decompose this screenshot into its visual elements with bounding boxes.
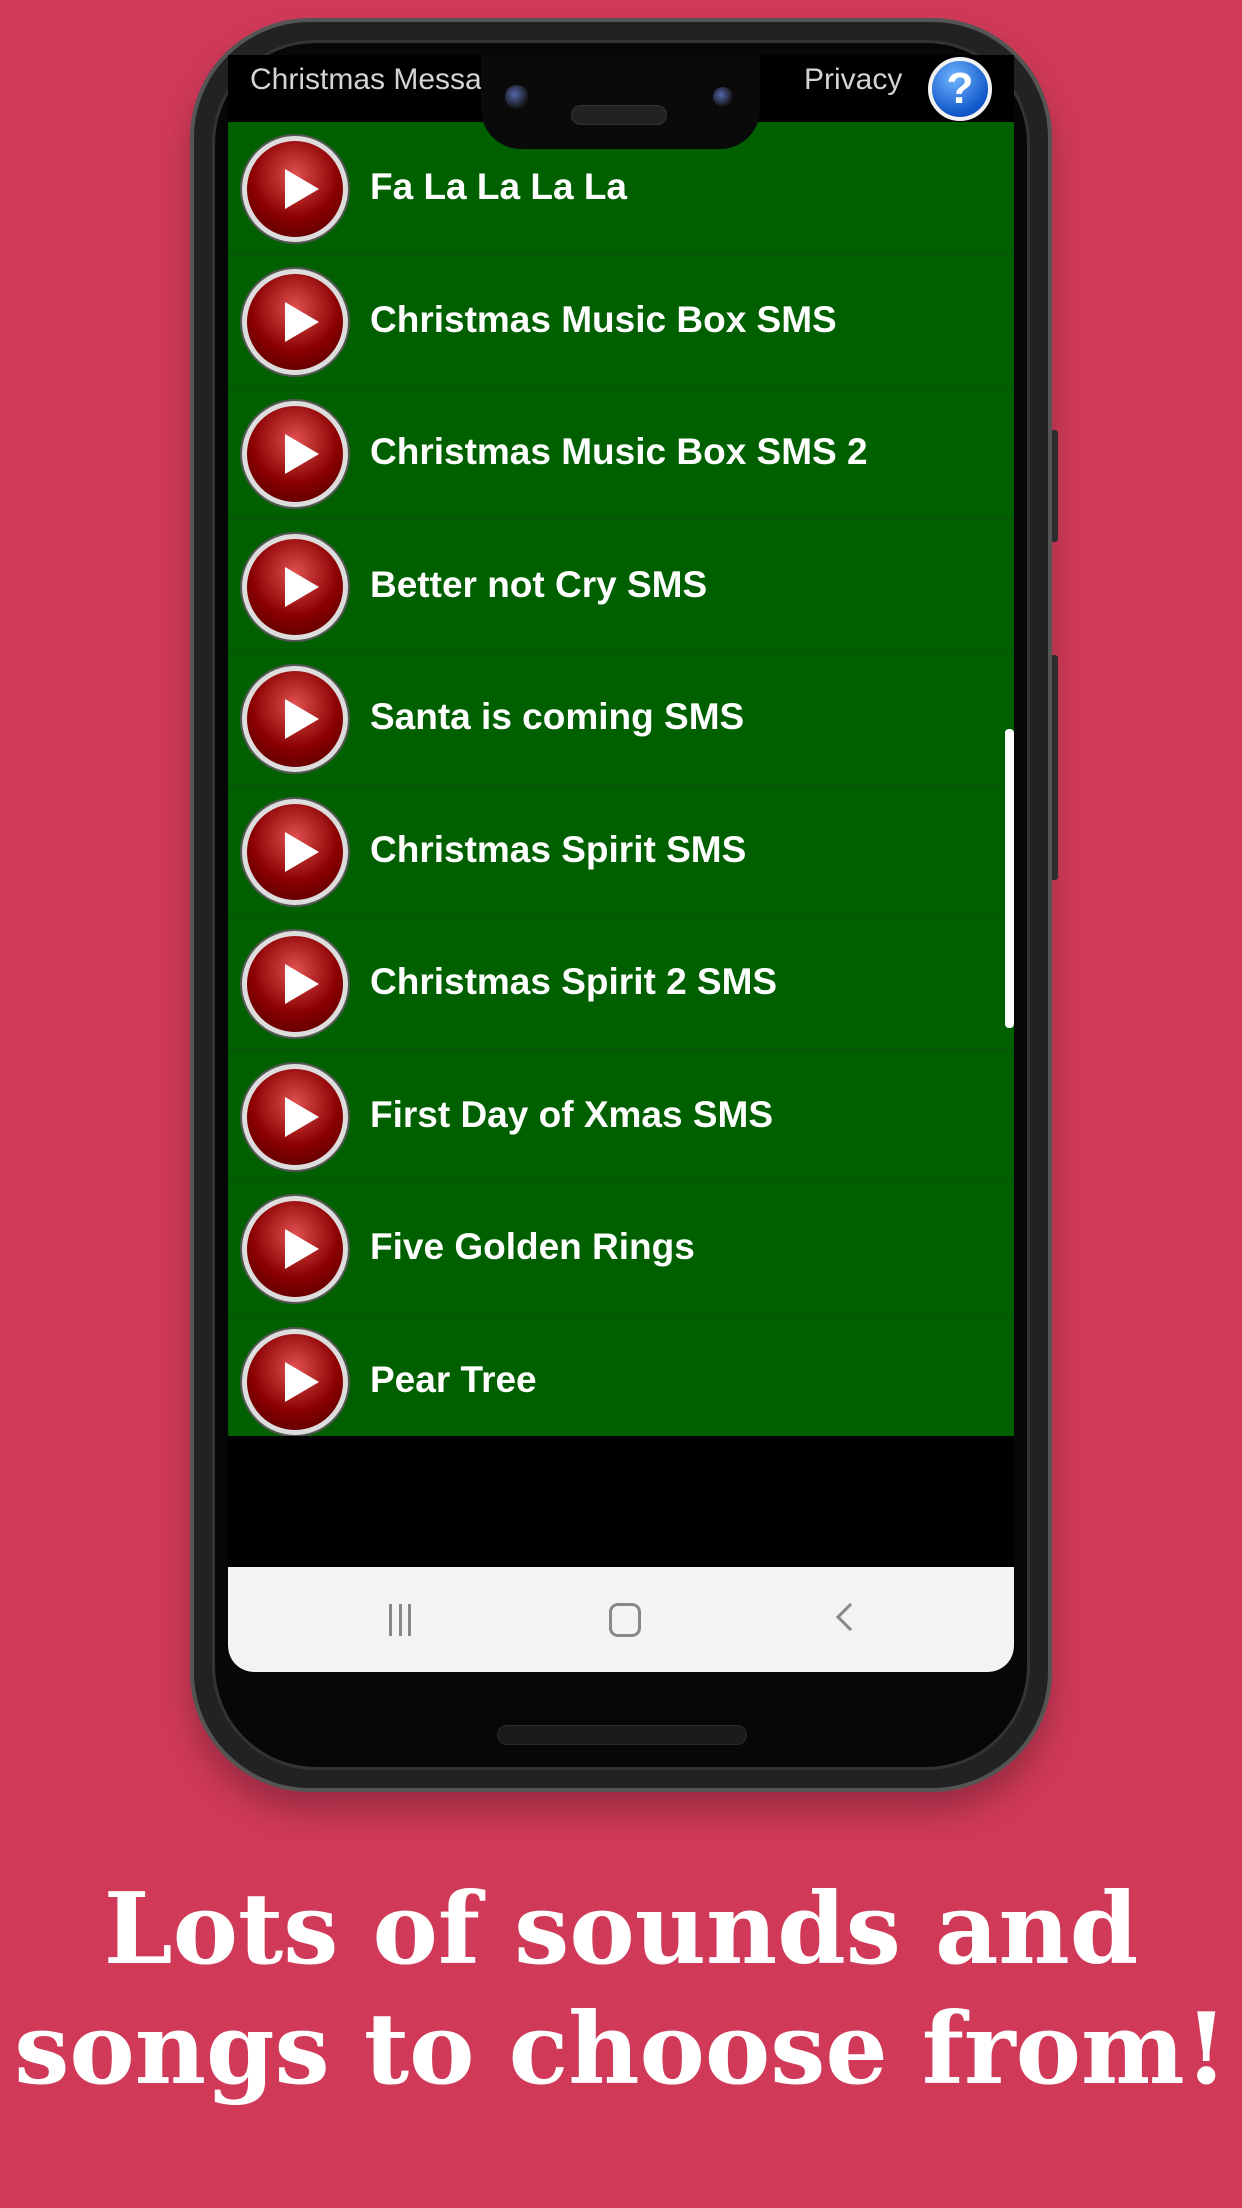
list-item[interactable]: Christmas Spirit SMS <box>228 785 1014 917</box>
recent-apps-icon[interactable] <box>389 1604 411 1636</box>
back-icon[interactable] <box>835 1602 865 1632</box>
list-item[interactable]: Christmas Spirit 2 SMS <box>228 917 1014 1050</box>
play-icon[interactable] <box>242 1196 348 1302</box>
list-item[interactable]: First Day of Xmas SMS <box>228 1050 1014 1182</box>
earpiece-speaker <box>571 105 667 125</box>
play-icon[interactable] <box>242 931 348 1037</box>
camera-notch <box>481 55 760 149</box>
list-item-label: First Day of Xmas SMS <box>370 1093 774 1135</box>
list-item[interactable]: Better not Cry SMS <box>228 520 1014 652</box>
list-item-label: Pear Tree <box>370 1358 537 1400</box>
navigation-bar <box>228 1567 1014 1672</box>
list-item[interactable]: Christmas Music Box SMS <box>228 255 1014 387</box>
headline-line-1: Lots of sounds and <box>103 1872 1139 1987</box>
play-icon[interactable] <box>242 268 348 375</box>
list-item-label: Santa is coming SMS <box>370 696 745 737</box>
app-title: Christmas Messa <box>250 63 482 96</box>
headline-line-2: songs to choose from! <box>14 1992 1228 2107</box>
list-item[interactable]: Five Golden Rings <box>228 1182 1014 1315</box>
bottom-speaker <box>497 1725 747 1745</box>
camera-icon <box>505 85 529 109</box>
list-item-label: Christmas Music Box SMS <box>370 298 837 340</box>
list-item-label: Better not Cry SMS <box>370 563 708 605</box>
home-icon[interactable] <box>609 1603 641 1637</box>
list-item[interactable]: Christmas Music Box SMS 2 <box>228 387 1014 520</box>
play-icon[interactable] <box>242 1328 348 1435</box>
list-item-label: Christmas Music Box SMS 2 <box>370 431 868 472</box>
play-icon[interactable] <box>242 798 348 905</box>
list-item-label: Christmas Spirit 2 SMS <box>370 961 778 1002</box>
sound-list: Fa La La La La Christmas Music Box SMS Chr… <box>228 122 1014 1436</box>
play-icon[interactable] <box>242 1063 348 1170</box>
list-item[interactable]: Santa is coming SMS <box>228 652 1014 785</box>
play-icon[interactable] <box>242 401 348 507</box>
list-item-label: Christmas Spirit SMS <box>370 828 747 870</box>
question-mark-icon[interactable]: ? <box>928 57 992 121</box>
empty-area <box>228 1436 1014 1567</box>
camera-icon <box>713 87 733 107</box>
privacy-link[interactable]: Privacy <box>804 63 902 97</box>
play-icon[interactable] <box>242 533 348 640</box>
app-screen: Christmas Messa Privacy ? Fa La La La La… <box>228 55 1014 1672</box>
scrollbar[interactable] <box>1005 729 1014 1028</box>
headline: Lots of sounds and songs to choose from! <box>0 1870 1242 2110</box>
list-item[interactable]: Pear Tree <box>228 1315 1014 1437</box>
list-item-label: Fa La La La La <box>370 166 628 207</box>
list-item-label: Five Golden Rings <box>370 1226 695 1267</box>
play-icon[interactable] <box>242 666 348 772</box>
play-icon[interactable] <box>242 136 348 242</box>
